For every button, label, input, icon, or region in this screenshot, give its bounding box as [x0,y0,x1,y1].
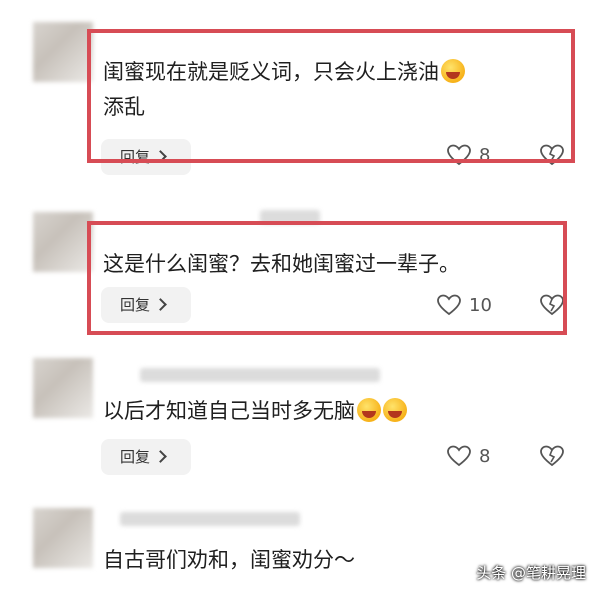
broken-heart-icon [540,445,564,467]
watermark: 头条 @笔耕晃理 [476,564,586,582]
crying-laughing-emoji-icon [383,398,407,422]
author-meta [120,512,300,526]
crying-laughing-emoji-icon [357,398,381,422]
dislike-button[interactable] [540,445,564,467]
author-meta [140,368,380,382]
like-count: 8 [479,446,491,467]
like-button[interactable]: 8 [447,445,490,467]
avatar[interactable] [33,212,93,272]
avatar[interactable] [33,508,93,568]
highlight-box-2 [87,221,567,335]
comment-text: 自古哥们劝和，闺蜜劝分～ [103,548,355,572]
reply-label: 回复 [120,448,151,466]
chevron-right-icon [154,450,167,463]
heart-icon [447,445,471,467]
comment-text: 以后才知道自己当时多无脑 [103,395,407,428]
avatar[interactable] [33,22,93,82]
comment-3: 以后才知道自己当时多无脑 回复 8 [0,340,600,490]
reply-button[interactable]: 回复 [101,439,191,475]
highlight-box-1 [87,29,575,163]
avatar[interactable] [33,358,93,418]
